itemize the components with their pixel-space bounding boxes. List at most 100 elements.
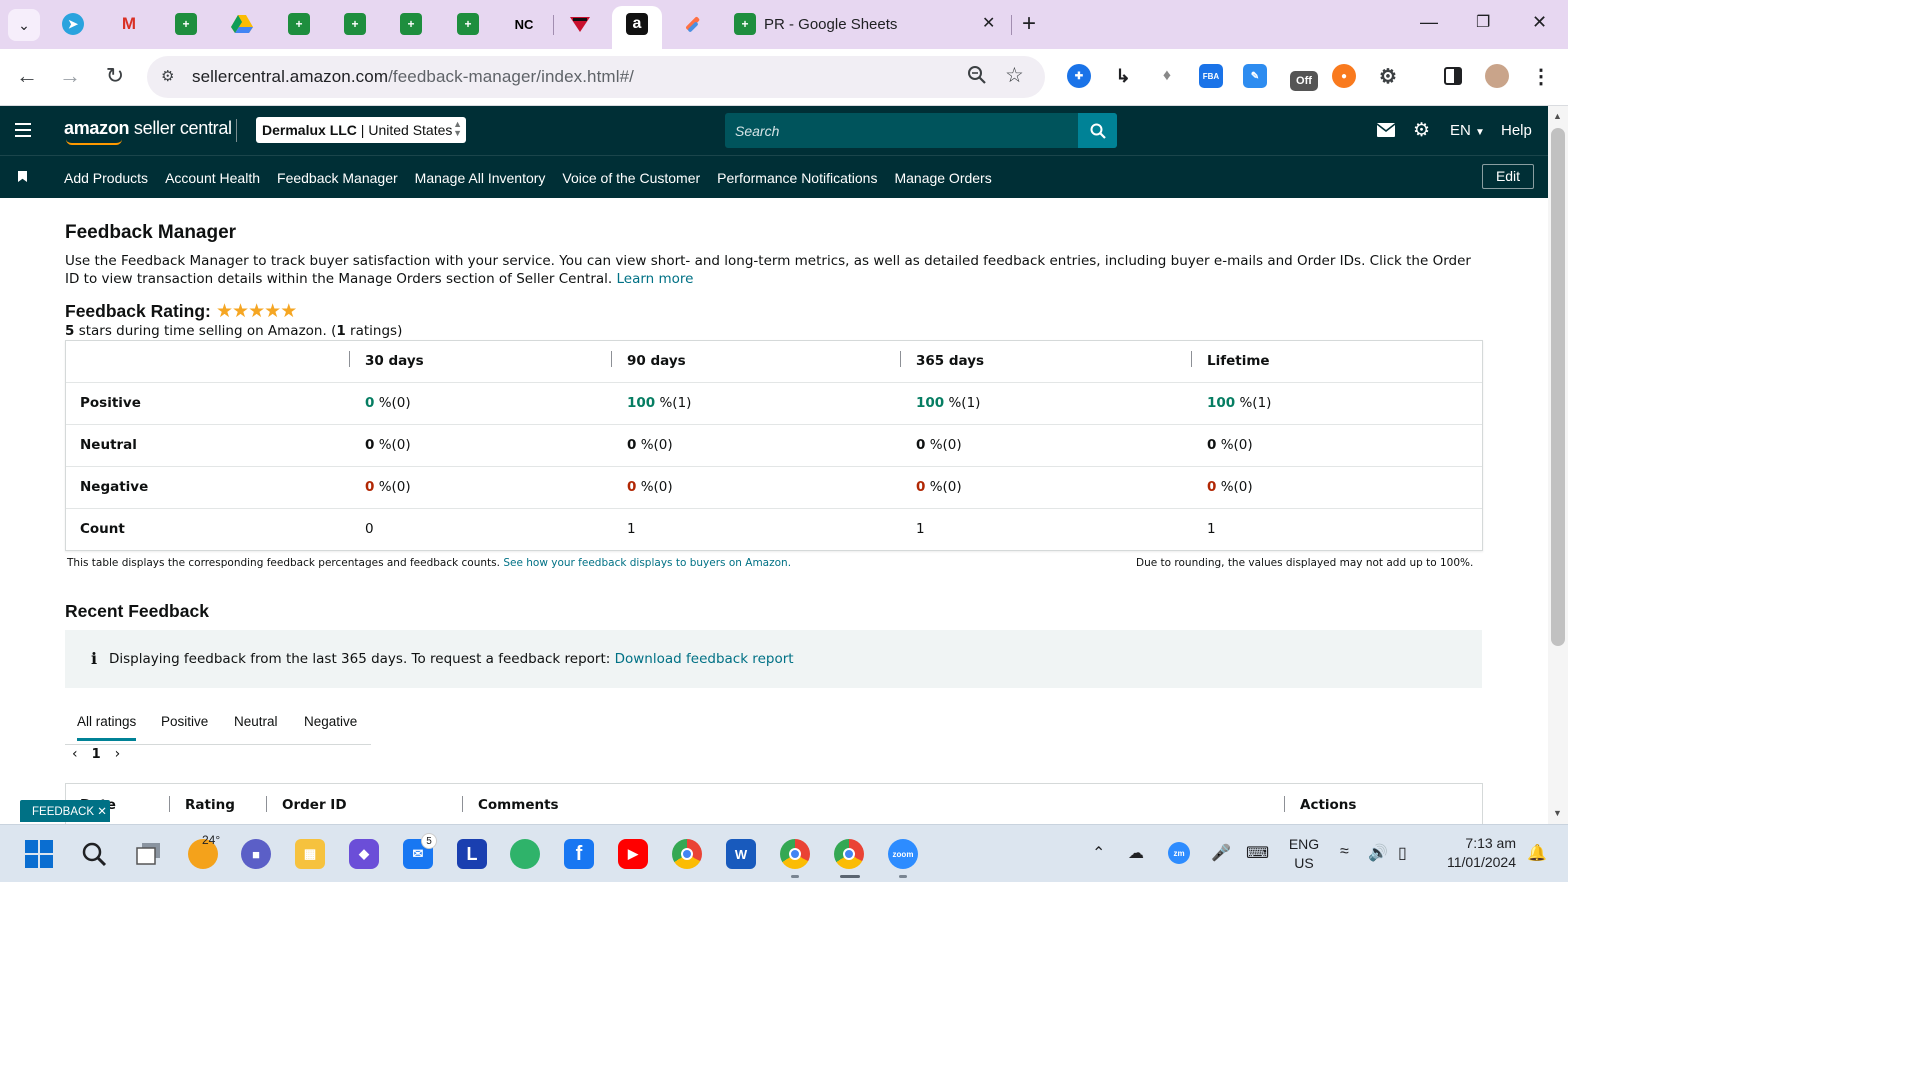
mail-icon[interactable]: [1376, 123, 1396, 142]
avatar[interactable]: [1485, 64, 1509, 88]
gmail-icon[interactable]: M: [118, 13, 140, 35]
windows-start-icon[interactable]: [24, 839, 54, 869]
volume-icon[interactable]: 🔊: [1368, 843, 1388, 863]
search-input[interactable]: Search: [725, 113, 1117, 148]
battery-icon[interactable]: ▯: [1398, 843, 1407, 863]
extension-icon[interactable]: ✎: [1243, 64, 1267, 88]
minimize-icon[interactable]: —: [1420, 12, 1438, 33]
back-arrow-icon[interactable]: ←: [12, 61, 42, 91]
extension-icon[interactable]: ♦: [1155, 64, 1179, 88]
youtube-icon[interactable]: ▶: [618, 839, 648, 869]
nav-feedback-manager[interactable]: Feedback Manager: [277, 170, 398, 186]
bookmark-star-icon[interactable]: ☆: [1005, 63, 1024, 88]
kebab-menu-icon[interactable]: ⋮: [1529, 64, 1553, 88]
account-switcher[interactable]: Dermalux LLC | United States ▲ ▼: [256, 117, 466, 143]
telegram-icon[interactable]: ➤: [62, 13, 84, 35]
task-view-icon[interactable]: [134, 839, 164, 869]
sheets-icon[interactable]: +: [288, 13, 310, 35]
microphone-icon[interactable]: 🎤: [1211, 843, 1231, 863]
search-button[interactable]: [1078, 113, 1117, 148]
close-window-icon[interactable]: ✕: [1532, 12, 1547, 33]
forward-arrow-icon[interactable]: →: [55, 61, 85, 91]
scroll-up-icon[interactable]: ▲: [1553, 111, 1562, 121]
nav-manage-all-inventory[interactable]: Manage All Inventory: [415, 170, 546, 186]
site-info-icon[interactable]: ⚙: [161, 67, 174, 85]
chrome-icon[interactable]: [672, 839, 702, 869]
ncaa-icon[interactable]: [569, 13, 591, 35]
onedrive-icon[interactable]: ☁: [1128, 843, 1144, 863]
copilot-icon[interactable]: ◆: [349, 839, 379, 869]
download-feedback-report-link[interactable]: Download feedback report: [615, 651, 794, 667]
keyboard-icon[interactable]: ⌨: [1246, 843, 1269, 863]
zoom-icon[interactable]: zoom: [888, 839, 918, 869]
sidepanel-icon[interactable]: [1441, 64, 1465, 88]
file-explorer-icon[interactable]: ▦: [295, 839, 325, 869]
chrome-profile-icon[interactable]: [834, 839, 864, 869]
l-app-icon[interactable]: L: [457, 839, 487, 869]
column-header-actions[interactable]: Actions: [1300, 797, 1356, 813]
chevron-up-icon[interactable]: ⌃: [1092, 843, 1105, 863]
extension-cursor-icon[interactable]: ↳: [1111, 64, 1135, 88]
feedback-widget-button[interactable]: FEEDBACK ✕: [20, 800, 110, 822]
wifi-icon[interactable]: ≈: [1340, 843, 1349, 861]
tab-negative[interactable]: Negative: [304, 714, 357, 729]
nav-account-health[interactable]: Account Health: [165, 170, 260, 186]
sheets-icon[interactable]: +: [400, 13, 422, 35]
sheets-icon[interactable]: +: [344, 13, 366, 35]
nav-manage-orders[interactable]: Manage Orders: [894, 170, 991, 186]
tab-positive[interactable]: Positive: [161, 714, 208, 729]
nav-performance-notifications[interactable]: Performance Notifications: [717, 170, 877, 186]
page-number[interactable]: 1: [92, 747, 101, 762]
learn-more-link[interactable]: Learn more: [616, 271, 693, 287]
column-header-order-id[interactable]: Order ID: [282, 797, 347, 813]
extension-off-icon[interactable]: Off: [1290, 71, 1318, 91]
column-header-comments[interactable]: Comments: [478, 797, 559, 813]
close-icon[interactable]: ✕: [982, 13, 995, 33]
scroll-down-icon[interactable]: ▼: [1553, 808, 1562, 818]
nav-voice-of-the-customer[interactable]: Voice of the Customer: [562, 170, 700, 186]
sheets-icon[interactable]: +: [175, 13, 197, 35]
zoom-tray-icon[interactable]: zm: [1168, 842, 1190, 864]
chevron-right-icon[interactable]: ›: [115, 746, 121, 762]
sheets-icon[interactable]: +: [457, 13, 479, 35]
tab-google-sheets[interactable]: + PR - Google Sheets ✕: [720, 7, 1010, 43]
puzzle-icon[interactable]: ⚙: [1376, 64, 1400, 88]
bookmark-icon[interactable]: [18, 171, 27, 182]
column-header-rating[interactable]: Rating: [185, 797, 235, 813]
extension-fba-icon[interactable]: FBA: [1199, 64, 1223, 88]
nav-add-products[interactable]: Add Products: [64, 170, 148, 186]
edge-icon[interactable]: [510, 839, 540, 869]
tasks-icon[interactable]: [682, 13, 704, 35]
chrome-profile-icon[interactable]: [780, 839, 810, 869]
nc-icon[interactable]: NC: [513, 13, 535, 35]
language-selector[interactable]: EN ▼: [1450, 122, 1485, 139]
seller-central-logo[interactable]: amazon seller central: [64, 118, 232, 139]
scrollbar-thumb[interactable]: [1551, 128, 1565, 646]
notification-bell-icon[interactable]: 🔔: [1527, 843, 1547, 863]
teams-chat-icon[interactable]: ■: [241, 839, 271, 869]
tab-search-button[interactable]: ⌄: [8, 9, 40, 41]
zoom-icon[interactable]: [967, 65, 987, 90]
help-link[interactable]: Help: [1501, 122, 1532, 139]
drive-icon[interactable]: [231, 13, 253, 35]
extension-icon[interactable]: ✚: [1067, 64, 1091, 88]
gear-icon[interactable]: ⚙: [1413, 119, 1430, 142]
facebook-icon[interactable]: f: [564, 839, 594, 869]
extension-icon[interactable]: ●: [1332, 64, 1356, 88]
system-clock[interactable]: 7:13 am 11/01/2024: [1438, 834, 1516, 872]
close-icon[interactable]: ✕: [97, 806, 107, 818]
reload-icon[interactable]: ↻: [100, 61, 130, 91]
language-indicator[interactable]: ENG US: [1288, 835, 1320, 873]
address-bar[interactable]: ⚙ sellercentral.amazon.com/feedback-mana…: [147, 56, 1045, 98]
hamburger-menu-icon[interactable]: [15, 123, 31, 137]
word-icon[interactable]: W: [726, 839, 756, 869]
amazon-icon[interactable]: a: [626, 13, 648, 35]
edit-button[interactable]: Edit: [1482, 164, 1534, 189]
chevron-left-icon[interactable]: ‹: [72, 746, 78, 762]
search-icon[interactable]: [79, 839, 109, 869]
restore-icon[interactable]: ❐: [1476, 12, 1490, 32]
page-scrollbar[interactable]: ▲ ▼: [1548, 106, 1568, 824]
tab-neutral[interactable]: Neutral: [234, 714, 278, 729]
feedback-display-link[interactable]: See how your feedback displays to buyers…: [503, 557, 791, 569]
tab-all-ratings[interactable]: All ratings: [77, 714, 137, 741]
